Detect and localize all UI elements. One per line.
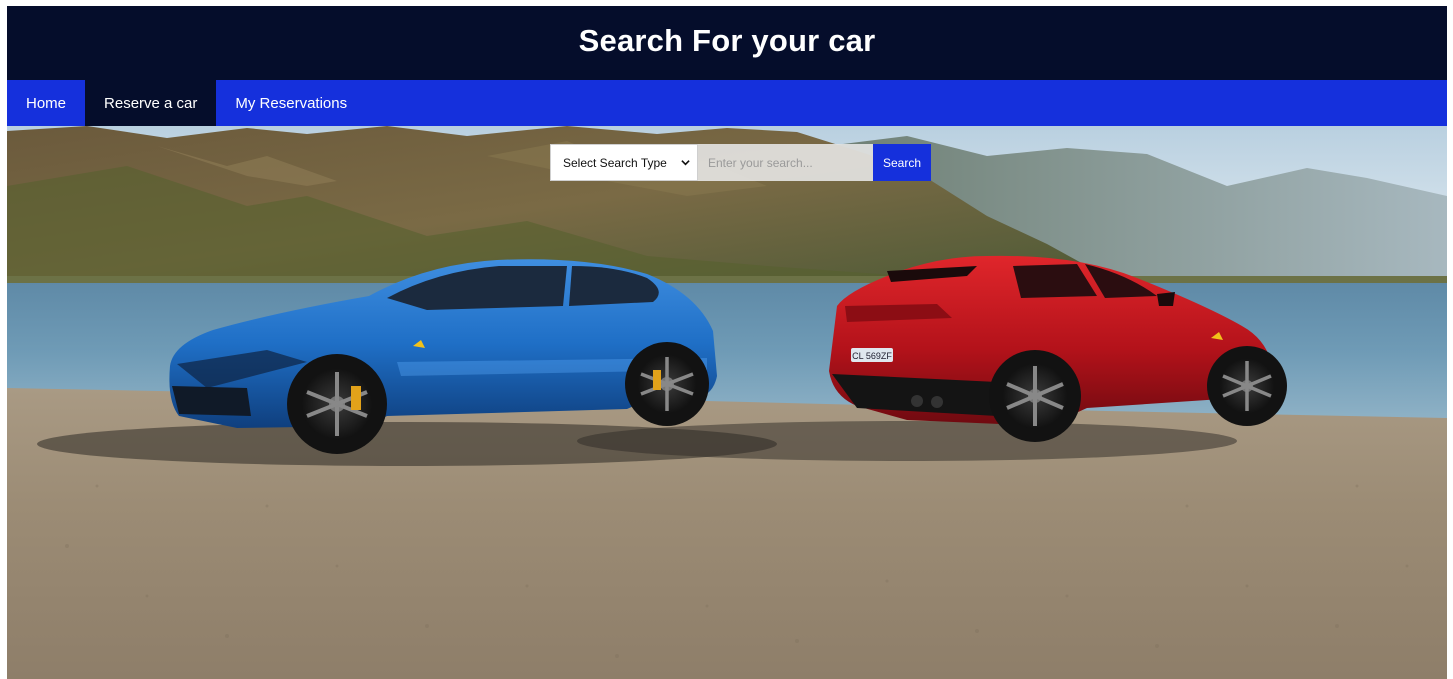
search-bar: Select Search Type Search xyxy=(550,144,931,181)
search-input[interactable] xyxy=(698,144,873,181)
page: Search For your car Home Reserve a car M… xyxy=(7,6,1447,679)
search-button[interactable]: Search xyxy=(873,144,931,181)
page-title: Search For your car xyxy=(578,23,876,58)
search-type-select[interactable]: Select Search Type xyxy=(551,145,697,180)
main-nav: Home Reserve a car My Reservations xyxy=(7,80,1447,126)
nav-item-my-reservations[interactable]: My Reservations xyxy=(216,80,366,126)
search-type-select-wrap: Select Search Type xyxy=(550,144,698,181)
hero-image: CL 569ZF xyxy=(7,126,1447,679)
nav-item-reserve-a-car[interactable]: Reserve a car xyxy=(85,80,217,126)
site-header: Search For your car xyxy=(7,6,1447,80)
hero-photo: CL 569ZF xyxy=(7,126,1447,679)
license-plate-text: CL 569ZF xyxy=(852,351,892,361)
nav-item-home[interactable]: Home xyxy=(7,80,85,126)
